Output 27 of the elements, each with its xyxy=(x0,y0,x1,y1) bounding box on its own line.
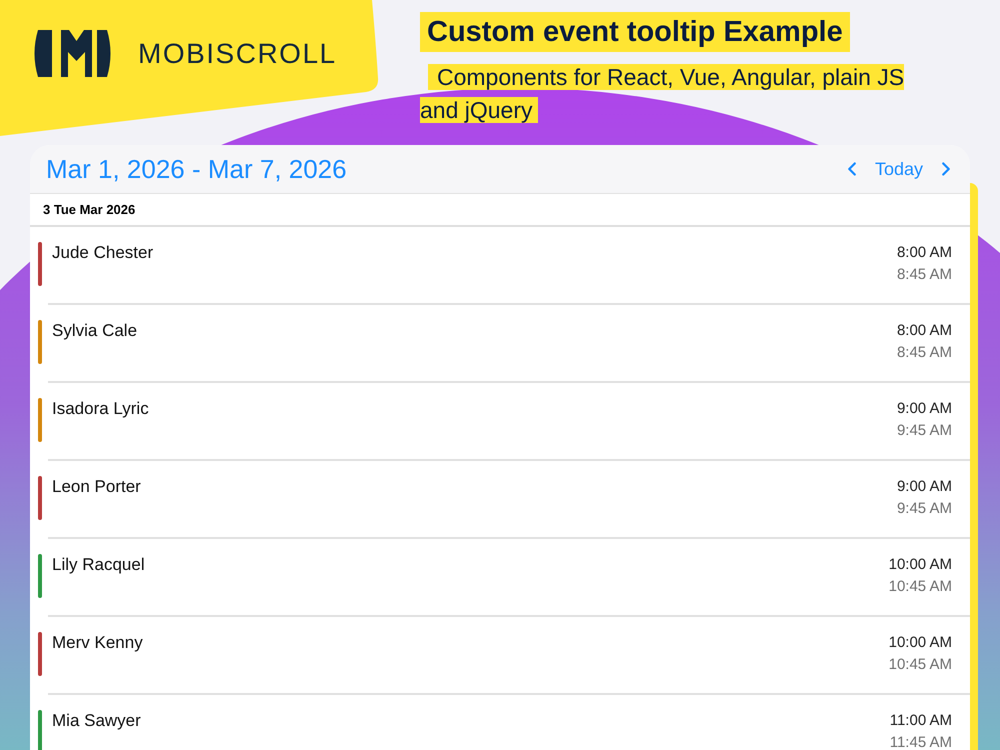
day-header: 3 Tue Mar 2026 xyxy=(43,200,136,219)
today-button[interactable]: Today xyxy=(866,153,931,185)
start-time: 9:00 AM xyxy=(896,477,952,497)
date-range: Mar 1, 2026 - Mar 7, 2026 xyxy=(46,156,347,182)
end-time: 8:45 AM xyxy=(896,343,952,363)
logo-icon xyxy=(32,30,113,77)
event-title: Lily Racquel xyxy=(52,554,145,576)
end-time: 10:45 AM xyxy=(888,655,952,675)
event-title: Merv Kenny xyxy=(52,632,143,654)
start-time: 10:00 AM xyxy=(888,633,952,653)
end-time: 9:45 AM xyxy=(896,499,952,519)
start-time: 10:00 AM xyxy=(888,555,952,575)
end-time: 9:45 AM xyxy=(896,421,952,441)
event-title: Jude Chester xyxy=(52,242,154,264)
event-title: Isadora Lyric xyxy=(52,398,149,420)
end-time: 10:45 AM xyxy=(888,577,952,597)
page-title: Custom event tooltip Example xyxy=(420,12,850,52)
start-time: 8:00 AM xyxy=(896,321,952,341)
event-title: Mia Sawyer xyxy=(52,710,141,732)
end-time: 11:45 AM xyxy=(890,733,952,750)
start-time: 8:00 AM xyxy=(896,243,952,263)
event-title: Sylvia Cale xyxy=(52,320,138,342)
end-time: 8:45 AM xyxy=(896,265,952,285)
start-time: 9:00 AM xyxy=(896,399,952,419)
start-time: 11:00 AM xyxy=(890,711,952,731)
logo-wordmark: MOBISCROLL xyxy=(138,40,337,68)
event-title: Leon Porter xyxy=(52,476,141,498)
